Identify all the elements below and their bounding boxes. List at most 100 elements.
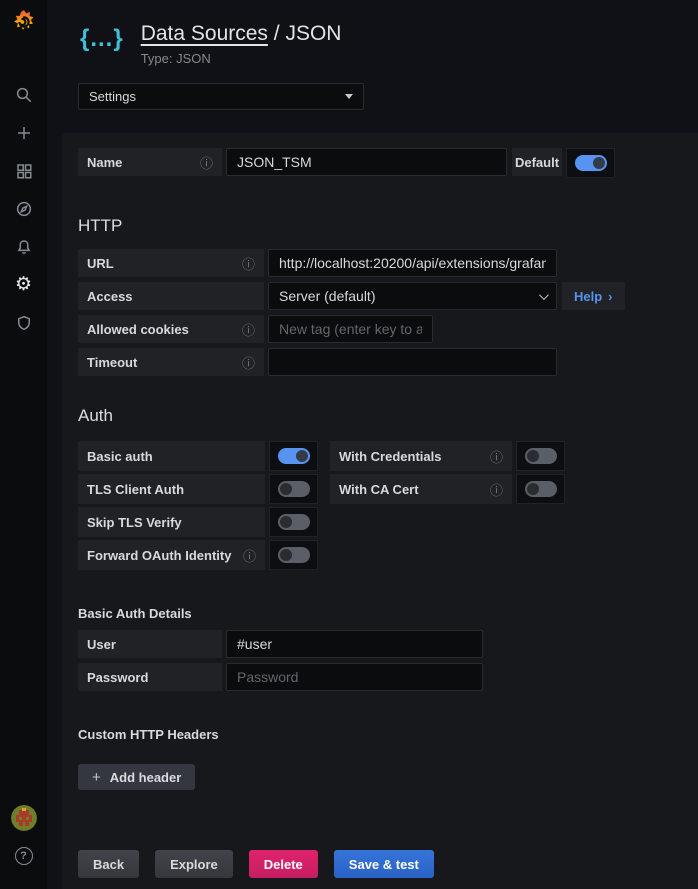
save-and-test-button[interactable]: Save & test — [334, 850, 434, 878]
http-section-title: HTTP — [78, 216, 682, 236]
basic-auth-toggle[interactable] — [269, 441, 318, 471]
name-label-text: Name — [87, 155, 122, 170]
timeout-label-text: Timeout — [87, 355, 137, 370]
help-button-label: Help — [574, 289, 602, 304]
timeout-label: Timeout ⓘ — [78, 348, 264, 376]
explore-button[interactable]: Explore — [155, 850, 233, 878]
skip-tls-verify-label: Skip TLS Verify — [78, 507, 265, 537]
auth-row-4: Forward OAuth Identity ⓘ — [78, 540, 682, 570]
password-label-text: Password — [87, 670, 148, 685]
access-row: Access Server (default) Help › — [78, 282, 682, 310]
user-row: User — [78, 630, 682, 658]
breadcrumb-datasources-link[interactable]: Data Sources — [141, 22, 268, 45]
selected-tab-label: Settings — [89, 89, 136, 104]
sidebar-menu: ⚙ — [15, 86, 33, 332]
name-row: Name ⓘ Default — [78, 148, 682, 176]
dashboards-icon[interactable] — [15, 162, 33, 180]
settings-panel: Name ⓘ Default HTTP URL ⓘ Access — [62, 133, 698, 889]
info-icon: ⓘ — [490, 447, 503, 466]
tls-client-auth-toggle[interactable] — [269, 474, 318, 504]
datasource-braces-icon: {...} — [80, 22, 124, 66]
with-ca-cert-toggle[interactable] — [516, 474, 565, 504]
configuration-gear-icon[interactable]: ⚙ — [15, 276, 33, 294]
alerting-bell-icon[interactable] — [15, 238, 33, 256]
timeout-input[interactable] — [268, 348, 557, 376]
default-toggle[interactable] — [566, 148, 615, 178]
auth-section-title: Auth — [78, 406, 682, 426]
user-avatar[interactable] — [11, 805, 37, 831]
timeout-row: Timeout ⓘ — [78, 348, 682, 376]
forward-oauth-toggle-switch[interactable] — [278, 547, 310, 563]
back-button[interactable]: Back — [78, 850, 139, 878]
user-label-text: User — [87, 637, 116, 652]
url-input[interactable] — [268, 249, 557, 277]
basic-auth-toggle-switch[interactable] — [278, 448, 310, 464]
password-row: Password — [78, 663, 682, 691]
auth-row-2: TLS Client Auth With CA Cert ⓘ — [78, 474, 682, 504]
allowed-cookies-row: Allowed cookies ⓘ — [78, 315, 682, 343]
sidebar: ⚙ ? — [0, 0, 47, 889]
forward-oauth-label-text: Forward OAuth Identity — [87, 548, 231, 563]
main-content: {...} Data Sources / JSON Type: JSON Set… — [47, 0, 698, 110]
with-ca-cert-label-text: With CA Cert — [339, 482, 419, 497]
info-icon: ⓘ — [242, 320, 255, 339]
access-label-text: Access — [87, 289, 133, 304]
basic-auth-details-title: Basic Auth Details — [78, 606, 682, 621]
with-ca-cert-label: With CA Cert ⓘ — [330, 474, 512, 504]
delete-button[interactable]: Delete — [249, 850, 318, 878]
settings-tab-select[interactable]: Settings — [78, 83, 364, 110]
chevron-down-icon — [539, 290, 549, 300]
default-label-text: Default — [515, 155, 559, 170]
chevron-right-icon: › — [608, 289, 612, 304]
help-icon[interactable]: ? — [15, 847, 33, 865]
basic-auth-label: Basic auth — [78, 441, 265, 471]
skip-tls-verify-toggle-switch[interactable] — [278, 514, 310, 530]
skip-tls-verify-toggle[interactable] — [269, 507, 318, 537]
info-icon: ⓘ — [242, 254, 255, 273]
info-icon: ⓘ — [200, 153, 213, 172]
url-label: URL ⓘ — [78, 249, 264, 277]
plus-icon: + — [92, 769, 101, 786]
access-label: Access — [78, 282, 264, 310]
with-ca-cert-toggle-switch[interactable] — [525, 481, 557, 497]
tls-client-auth-toggle-switch[interactable] — [278, 481, 310, 497]
grafana-logo[interactable] — [10, 8, 38, 36]
allowed-cookies-label: Allowed cookies ⓘ — [78, 315, 264, 343]
access-select[interactable]: Server (default) — [268, 282, 557, 310]
url-row: URL ⓘ — [78, 249, 682, 277]
caret-down-icon — [345, 94, 353, 99]
search-icon[interactable] — [15, 86, 33, 104]
with-credentials-toggle[interactable] — [516, 441, 565, 471]
access-help-button[interactable]: Help › — [562, 282, 625, 310]
name-label: Name ⓘ — [78, 148, 222, 176]
admin-shield-icon[interactable] — [15, 314, 33, 332]
allowed-cookies-input[interactable] — [268, 315, 433, 343]
user-input[interactable] — [226, 630, 483, 658]
access-selected-value: Server (default) — [279, 288, 375, 304]
page-header: {...} Data Sources / JSON Type: JSON — [47, 0, 698, 66]
datasource-type-subtitle: Type: JSON — [141, 51, 342, 66]
auth-row-1: Basic auth With Credentials ⓘ — [78, 441, 682, 471]
password-label: Password — [78, 663, 222, 691]
forward-oauth-toggle[interactable] — [269, 540, 318, 570]
info-icon: ⓘ — [490, 480, 503, 499]
password-input[interactable] — [226, 663, 483, 691]
forward-oauth-label: Forward OAuth Identity ⓘ — [78, 540, 265, 570]
add-header-label: Add header — [110, 770, 182, 785]
tls-client-auth-label-text: TLS Client Auth — [87, 482, 184, 497]
default-toggle-switch[interactable] — [575, 155, 607, 171]
url-label-text: URL — [87, 256, 114, 271]
help-glyph: ? — [20, 850, 27, 862]
skip-tls-verify-label-text: Skip TLS Verify — [87, 515, 182, 530]
custom-headers-title: Custom HTTP Headers — [78, 727, 682, 742]
auth-row-3: Skip TLS Verify — [78, 507, 682, 537]
info-icon: ⓘ — [243, 546, 256, 565]
action-buttons: Back Explore Delete Save & test — [78, 850, 682, 878]
name-input[interactable] — [226, 148, 507, 176]
explore-compass-icon[interactable] — [15, 200, 33, 218]
plus-icon[interactable] — [15, 124, 33, 142]
page-title: Data Sources / JSON — [141, 22, 342, 46]
add-header-button[interactable]: + Add header — [78, 764, 195, 790]
with-credentials-label: With Credentials ⓘ — [330, 441, 512, 471]
with-credentials-toggle-switch[interactable] — [525, 448, 557, 464]
